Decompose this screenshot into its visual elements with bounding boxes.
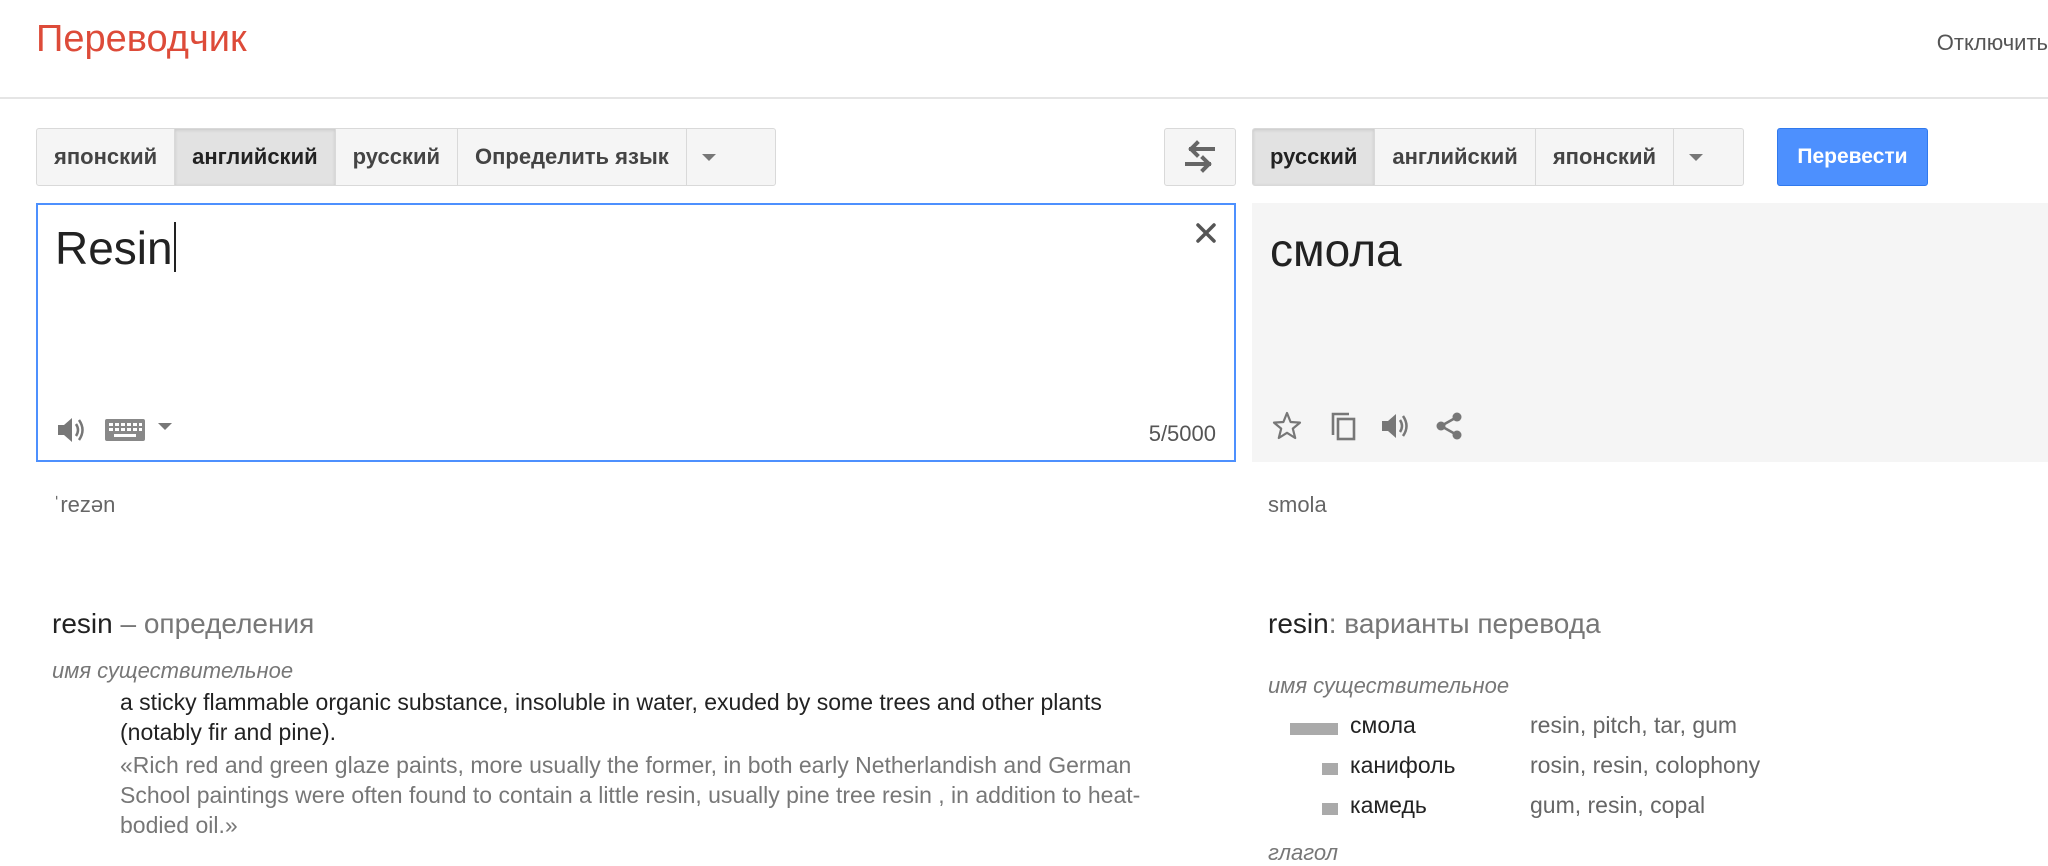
source-lang-russian[interactable]: русский [336, 129, 458, 185]
copy-icon[interactable] [1326, 409, 1360, 443]
detect-language-button[interactable]: Определить язык [458, 129, 687, 185]
clear-icon[interactable] [1192, 219, 1220, 247]
chevron-down-icon[interactable] [158, 423, 172, 430]
definitions-heading-suffix: – определения [112, 608, 315, 639]
star-icon[interactable] [1270, 409, 1304, 443]
translation-row: канифоль rosin, resin, colophony [1288, 752, 2028, 782]
frequency-bar [1322, 763, 1338, 775]
definitions-word: resin [52, 608, 113, 639]
target-lang-english[interactable]: английский [1375, 129, 1536, 185]
target-lang-russian[interactable]: русский [1253, 129, 1376, 185]
speaker-icon[interactable] [1378, 409, 1412, 443]
keyboard-icon[interactable] [104, 417, 148, 445]
source-text[interactable]: Resin [55, 221, 176, 275]
source-lang-japanese[interactable]: японский [37, 129, 176, 185]
source-lang-more-button[interactable] [687, 129, 731, 185]
swap-icon [1185, 140, 1215, 173]
source-lang-english[interactable]: английский [175, 129, 336, 185]
source-text-value: Resin [55, 222, 173, 274]
result-transliteration: smola [1268, 492, 1327, 517]
frequency-bar [1290, 723, 1338, 735]
definitions-heading: resin – определения [52, 608, 314, 640]
definition-gloss: a sticky flammable organic substance, in… [120, 689, 1102, 745]
target-lang-japanese[interactable]: японский [1536, 129, 1674, 185]
swap-languages-button[interactable] [1164, 128, 1236, 186]
translation-row: камедь gum, resin, copal [1288, 792, 2028, 822]
target-language-bar: русский английский японский [1252, 128, 1744, 186]
target-lang-more-button[interactable] [1674, 129, 1718, 185]
result-text: смола [1270, 224, 1402, 276]
translations-heading: resin: варианты перевода [1268, 608, 1601, 640]
translation-word[interactable]: канифоль [1350, 752, 1456, 779]
definition-example: «Rich red and green glaze paints, more u… [120, 752, 1141, 838]
result-area: смола [1252, 203, 2048, 462]
signout-link[interactable]: Отключить [1937, 30, 2048, 56]
chevron-down-icon [701, 153, 716, 161]
translations-heading-suffix: : варианты перевода [1328, 608, 1601, 639]
source-transliteration: ˈrezən [53, 492, 116, 517]
share-icon[interactable] [1432, 409, 1466, 443]
translation-word[interactable]: смола [1350, 712, 1416, 739]
header-divider [0, 97, 2048, 99]
next-part-of-speech: глагол [1268, 840, 1339, 865]
reverse-translations: resin, pitch, tar, gum [1530, 712, 1738, 738]
translation-word[interactable]: камедь [1350, 792, 1427, 819]
speaker-icon[interactable] [54, 413, 88, 447]
text-cursor [173, 222, 176, 272]
definitions-part-of-speech: имя существительное [52, 658, 294, 683]
translate-button[interactable]: Перевести [1777, 128, 1928, 186]
reverse-translations: rosin, resin, colophony [1530, 752, 1761, 778]
logo[interactable]: Переводчик [36, 18, 247, 61]
reverse-translations: gum, resin, copal [1530, 792, 1706, 818]
translations-part-of-speech: имя существительное [1268, 673, 1510, 698]
character-count: 5/5000 [1148, 421, 1216, 446]
frequency-bar [1322, 803, 1338, 815]
translation-row: смола resin, pitch, tar, gum [1288, 712, 2028, 742]
source-text-area[interactable]: Resin 5/5000 [36, 203, 1236, 462]
source-language-bar: японский английский русский Определить я… [36, 128, 776, 186]
chevron-down-icon [1689, 153, 1703, 161]
translations-word: resin [1268, 608, 1329, 639]
